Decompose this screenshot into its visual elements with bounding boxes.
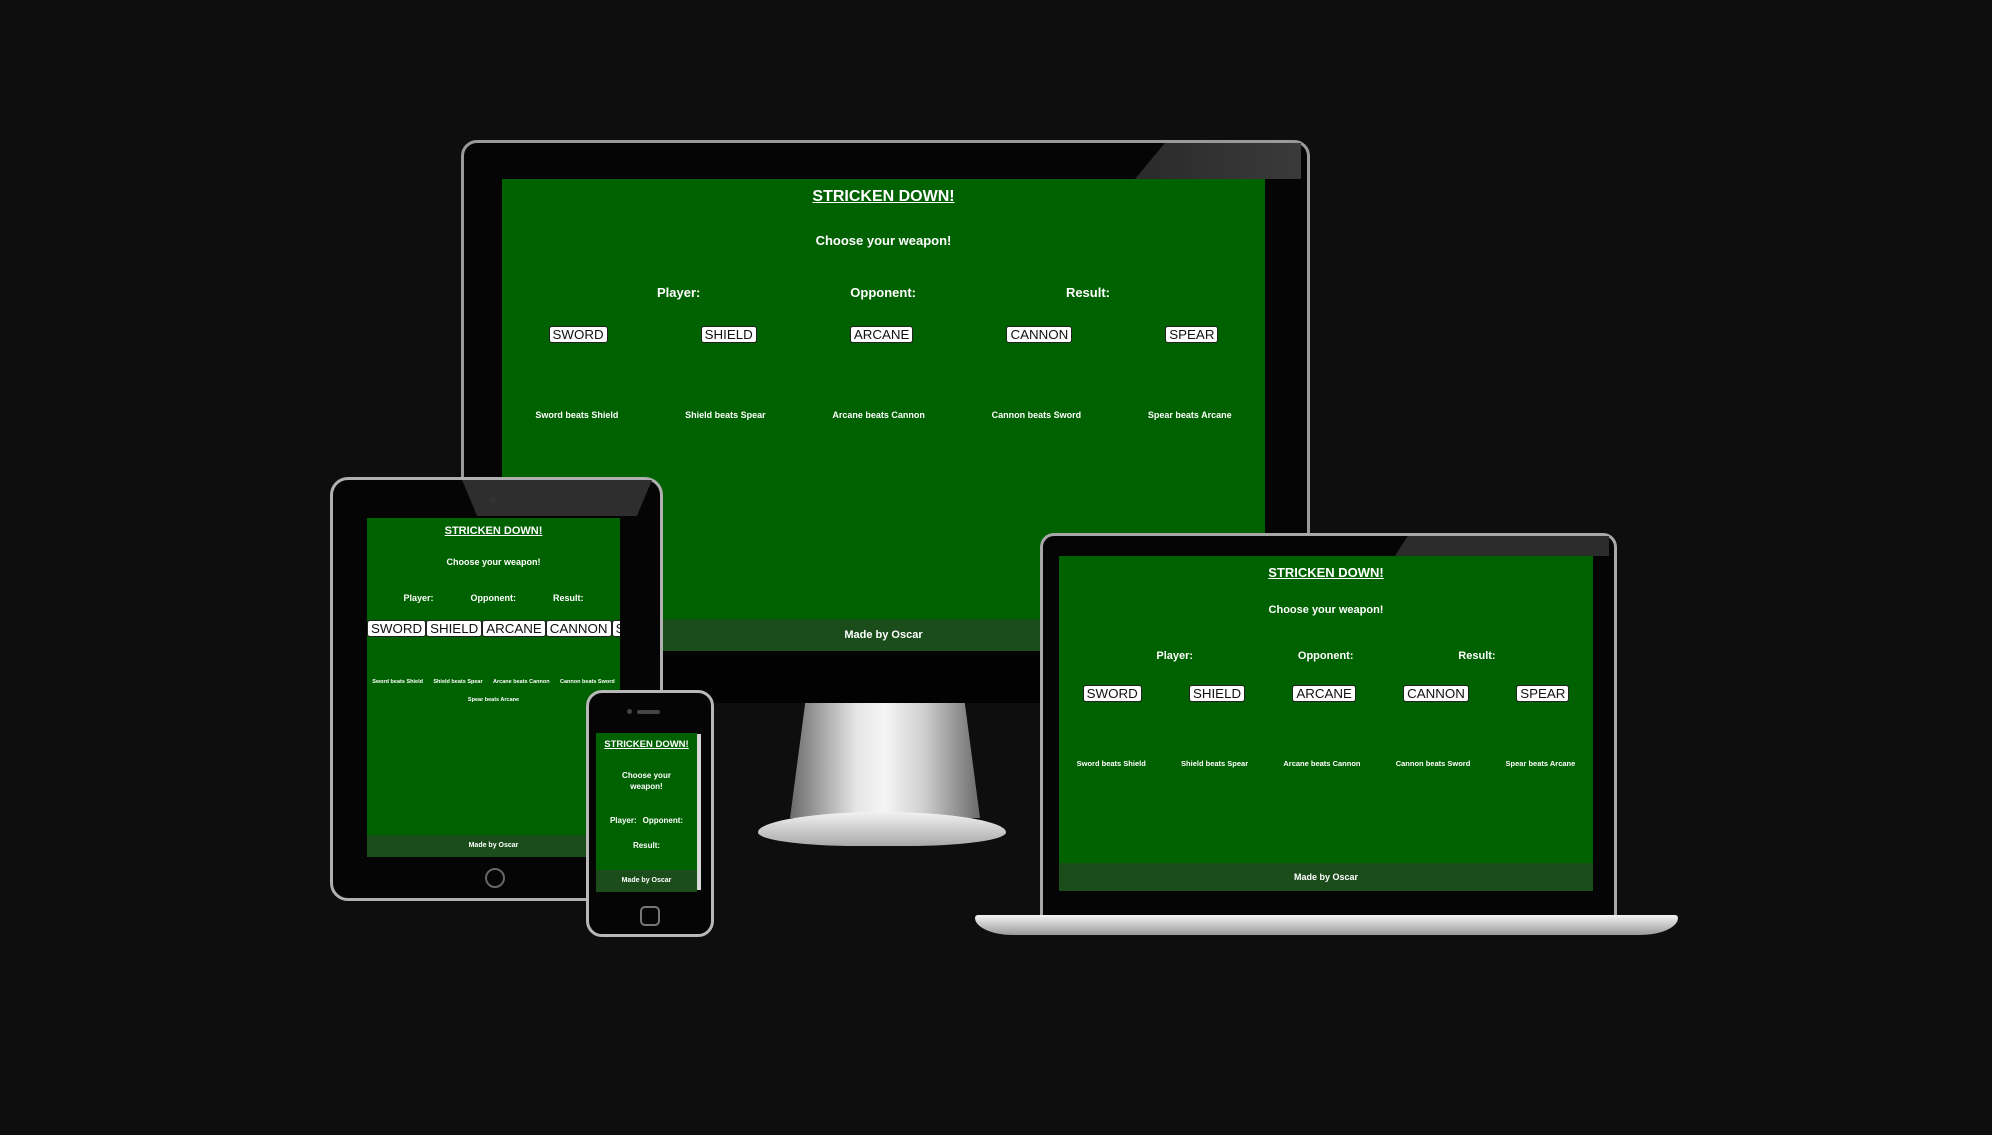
- spear-button[interactable]: SPEAR: [1165, 326, 1219, 344]
- sword-button[interactable]: SWORD: [1082, 685, 1142, 703]
- phone-scrollbar[interactable]: [697, 734, 701, 890]
- weapon-prompt: Choose your weapon!: [446, 557, 541, 567]
- weapon-prompt: Choose your weapon!: [596, 770, 697, 792]
- phone-camera: [627, 709, 632, 714]
- monitor-base: [758, 812, 1006, 846]
- weapon-prompt-line: weapon!: [630, 782, 663, 791]
- sword-button[interactable]: SWORD: [367, 620, 427, 638]
- rule-item: Shield beats Spear: [433, 679, 483, 685]
- rules-list-wrap: Spear beats Arcane: [367, 697, 620, 703]
- weapon-prompt: Choose your weapon!: [1268, 604, 1384, 616]
- opponent-label: Opponent:: [1297, 650, 1354, 662]
- monitor-stand: [790, 703, 980, 818]
- arcane-button[interactable]: ARCANE: [482, 620, 546, 638]
- tablet-screen: STRICKEN DOWN! Choose your weapon! Playe…: [367, 518, 620, 857]
- result-label: Result:: [1458, 650, 1496, 662]
- score-labels: Player: Opponent: Result:: [502, 285, 1265, 300]
- footer: Made by Oscar: [1059, 863, 1593, 891]
- player-label: Player:: [1156, 650, 1194, 662]
- score-labels: Player: Opponent: Result:: [1059, 650, 1593, 662]
- weapon-prompt: Choose your weapon!: [815, 233, 952, 248]
- rule-item: Cannon beats Sword: [560, 679, 615, 685]
- rules-list: Sword beats Shield Shield beats Spear Ar…: [502, 410, 1265, 420]
- rule-item: Spear beats Arcane: [1147, 410, 1232, 420]
- sword-button[interactable]: SWORD: [548, 326, 608, 344]
- opponent-label: Opponent:: [850, 285, 916, 300]
- shield-button[interactable]: SHIELD: [700, 326, 757, 344]
- rule-item: Shield beats Spear: [685, 410, 766, 420]
- weapon-buttons: SWORD SHIELD ARCANE CANNON SPEAR: [1059, 685, 1593, 703]
- weapon-prompt-line: Choose your: [622, 771, 671, 780]
- rule-item: Sword beats Shield: [1076, 759, 1146, 768]
- rule-item: Shield beats Spear: [1181, 759, 1249, 768]
- laptop-screen: STRICKEN DOWN! Choose your weapon! Playe…: [1059, 556, 1593, 891]
- footer: Made by Oscar: [596, 870, 697, 892]
- rule-item: Cannon beats Sword: [1395, 759, 1471, 768]
- result-row: Result:: [596, 841, 697, 850]
- shield-button[interactable]: SHIELD: [1188, 685, 1246, 703]
- rules-list: Sword beats Shield Shield beats Spear Ar…: [1059, 759, 1593, 768]
- player-label: Player:: [656, 285, 701, 300]
- weapon-buttons: SWORD SHIELD ARCANE CANNON SPEAR: [367, 620, 620, 638]
- opponent-label: Opponent:: [470, 593, 517, 603]
- rule-item: Arcane beats Cannon: [832, 410, 925, 420]
- page-title: STRICKEN DOWN!: [812, 188, 955, 205]
- score-labels: Player: Opponent: Result:: [367, 593, 620, 603]
- rule-item: Arcane beats Cannon: [493, 679, 550, 685]
- rule-item: Arcane beats Cannon: [1283, 759, 1361, 768]
- tablet-home-button: [485, 868, 505, 888]
- spear-button[interactable]: SPEAR: [1516, 685, 1570, 703]
- player-label: Player:: [609, 816, 637, 825]
- laptop-glare: [1395, 536, 1609, 556]
- arcane-button[interactable]: ARCANE: [1292, 685, 1356, 703]
- phone-home-button: [640, 906, 660, 926]
- page-title: STRICKEN DOWN!: [444, 525, 543, 537]
- player-label: Player:: [403, 593, 434, 603]
- rules-list: Sword beats Shield Shield beats Spear Ar…: [367, 679, 620, 685]
- result-label: Result:: [1065, 285, 1110, 300]
- page-title: STRICKEN DOWN!: [604, 739, 689, 750]
- rule-item: Spear beats Arcane: [467, 697, 520, 703]
- rule-item: Sword beats Shield: [372, 679, 423, 685]
- page-title: STRICKEN DOWN!: [1268, 565, 1384, 580]
- spear-button[interactable]: SPEAR: [611, 620, 620, 638]
- laptop-base: [975, 915, 1678, 935]
- cannon-button[interactable]: CANNON: [1006, 326, 1073, 344]
- footer: Made by Oscar: [367, 835, 620, 857]
- rule-item: Sword beats Shield: [535, 410, 619, 420]
- result-label: Result:: [632, 841, 661, 850]
- tablet-camera: [490, 497, 496, 503]
- result-label: Result:: [552, 593, 584, 603]
- cannon-button[interactable]: CANNON: [1403, 685, 1469, 703]
- rule-item: Cannon beats Sword: [991, 410, 1082, 420]
- shield-button[interactable]: SHIELD: [426, 620, 483, 638]
- rule-item: Spear beats Arcane: [1505, 759, 1576, 768]
- opponent-label: Opponent:: [642, 816, 684, 825]
- arcane-button[interactable]: ARCANE: [849, 326, 914, 344]
- score-labels: Player: Opponent:: [596, 816, 697, 825]
- phone-screen: STRICKEN DOWN! Choose your weapon! Playe…: [596, 733, 697, 892]
- phone-speaker: [637, 710, 660, 714]
- weapon-buttons: SWORD SHIELD ARCANE CANNON SPEAR: [502, 326, 1265, 344]
- cannon-button[interactable]: CANNON: [545, 620, 612, 638]
